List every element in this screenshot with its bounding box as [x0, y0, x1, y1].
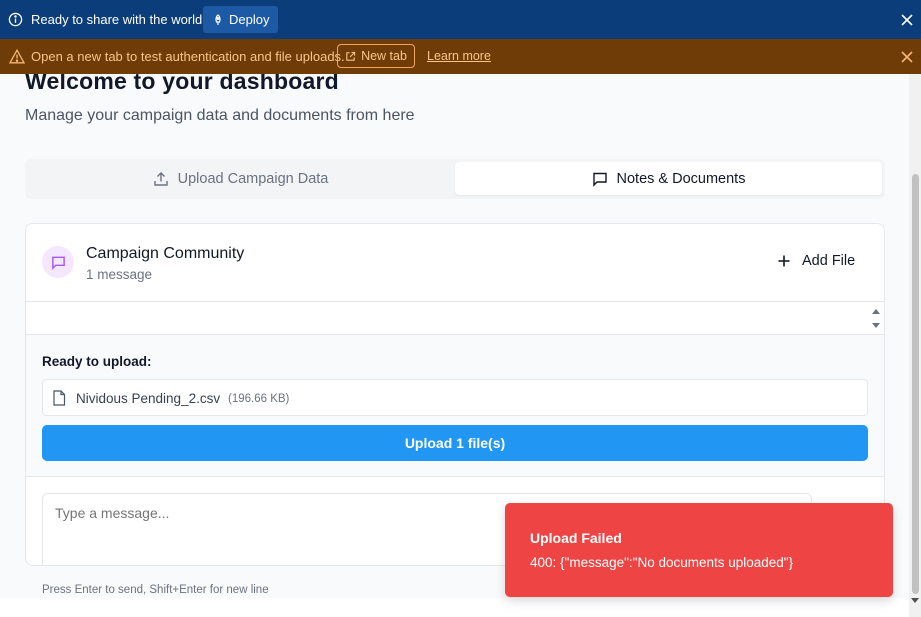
- warning-banner-message: Open a new tab to test authentication an…: [31, 49, 345, 64]
- tab-list: Upload Campaign Data Notes & Documents: [25, 159, 885, 199]
- toast-title: Upload Failed: [530, 530, 622, 546]
- tab-notes-documents[interactable]: Notes & Documents: [455, 162, 882, 195]
- tab-label: Notes & Documents: [616, 170, 746, 187]
- community-header: Campaign Community 1 message Add File: [26, 224, 884, 301]
- add-file-label: Add File: [802, 253, 856, 269]
- community-avatar: [42, 246, 74, 278]
- community-title: Campaign Community: [86, 245, 245, 262]
- upload-panel: Ready to upload: Nividous Pending_2.csv …: [26, 335, 884, 477]
- message-count: 1 message: [86, 267, 153, 282]
- composer-hint: Press Enter to send, Shift+Enter for new…: [42, 584, 269, 596]
- page-subtitle: Manage your campaign data and documents …: [25, 107, 415, 124]
- toast-description: 400: {"message":"No documents uploaded"}: [530, 555, 794, 570]
- app-window: Ready to share with the world? Deploy Op…: [0, 0, 921, 617]
- message-list[interactable]: [26, 301, 884, 335]
- deploy-button[interactable]: Deploy: [203, 6, 279, 33]
- upload-files-button[interactable]: Upload 1 file(s): [42, 425, 868, 461]
- rocket-icon: [215, 13, 221, 25]
- new-tab-button[interactable]: New tab: [337, 44, 415, 68]
- warning-banner-overlay: Open a new tab to test authentication an…: [0, 39, 921, 74]
- message-square-icon: [592, 172, 607, 187]
- external-link-icon: [346, 51, 356, 61]
- upload-icon: [153, 171, 168, 186]
- add-file-button[interactable]: Add File: [777, 253, 855, 269]
- ready-to-upload-label: Ready to upload:: [42, 354, 152, 369]
- file-name: Nividous Pending_2.csv: [76, 391, 221, 406]
- new-tab-label: New tab: [361, 49, 407, 63]
- warning-icon: [9, 49, 25, 64]
- deploy-banner-message: Ready to share with the world?: [31, 12, 210, 27]
- tab-label: Upload Campaign Data: [177, 170, 329, 187]
- pending-file-item: Nividous Pending_2.csv (196.66 KB): [42, 379, 868, 416]
- scroll-down-arrow-icon[interactable]: [911, 598, 919, 604]
- scroll-down-arrow-icon[interactable]: [871, 322, 881, 330]
- close-icon[interactable]: [900, 13, 914, 27]
- deploy-banner: Ready to share with the world? Deploy: [0, 0, 921, 39]
- learn-more-link[interactable]: Learn more: [427, 49, 491, 64]
- message-square-icon: [51, 256, 65, 270]
- tab-upload-campaign-data[interactable]: Upload Campaign Data: [28, 162, 453, 195]
- close-icon[interactable]: [900, 50, 914, 64]
- bottom-strip: [0, 598, 909, 617]
- error-toast: Upload Failed 400: {"message":"No docume…: [505, 503, 893, 597]
- plus-icon: [778, 255, 790, 267]
- page-scrollbar[interactable]: [909, 74, 921, 617]
- scrollbar-thumb[interactable]: [912, 174, 919, 594]
- scroll-up-arrow-icon[interactable]: [871, 307, 881, 315]
- file-size: (196.66 KB): [228, 393, 290, 405]
- deploy-button-label: Deploy: [229, 12, 270, 27]
- info-icon: [8, 12, 23, 27]
- file-icon: [53, 390, 66, 406]
